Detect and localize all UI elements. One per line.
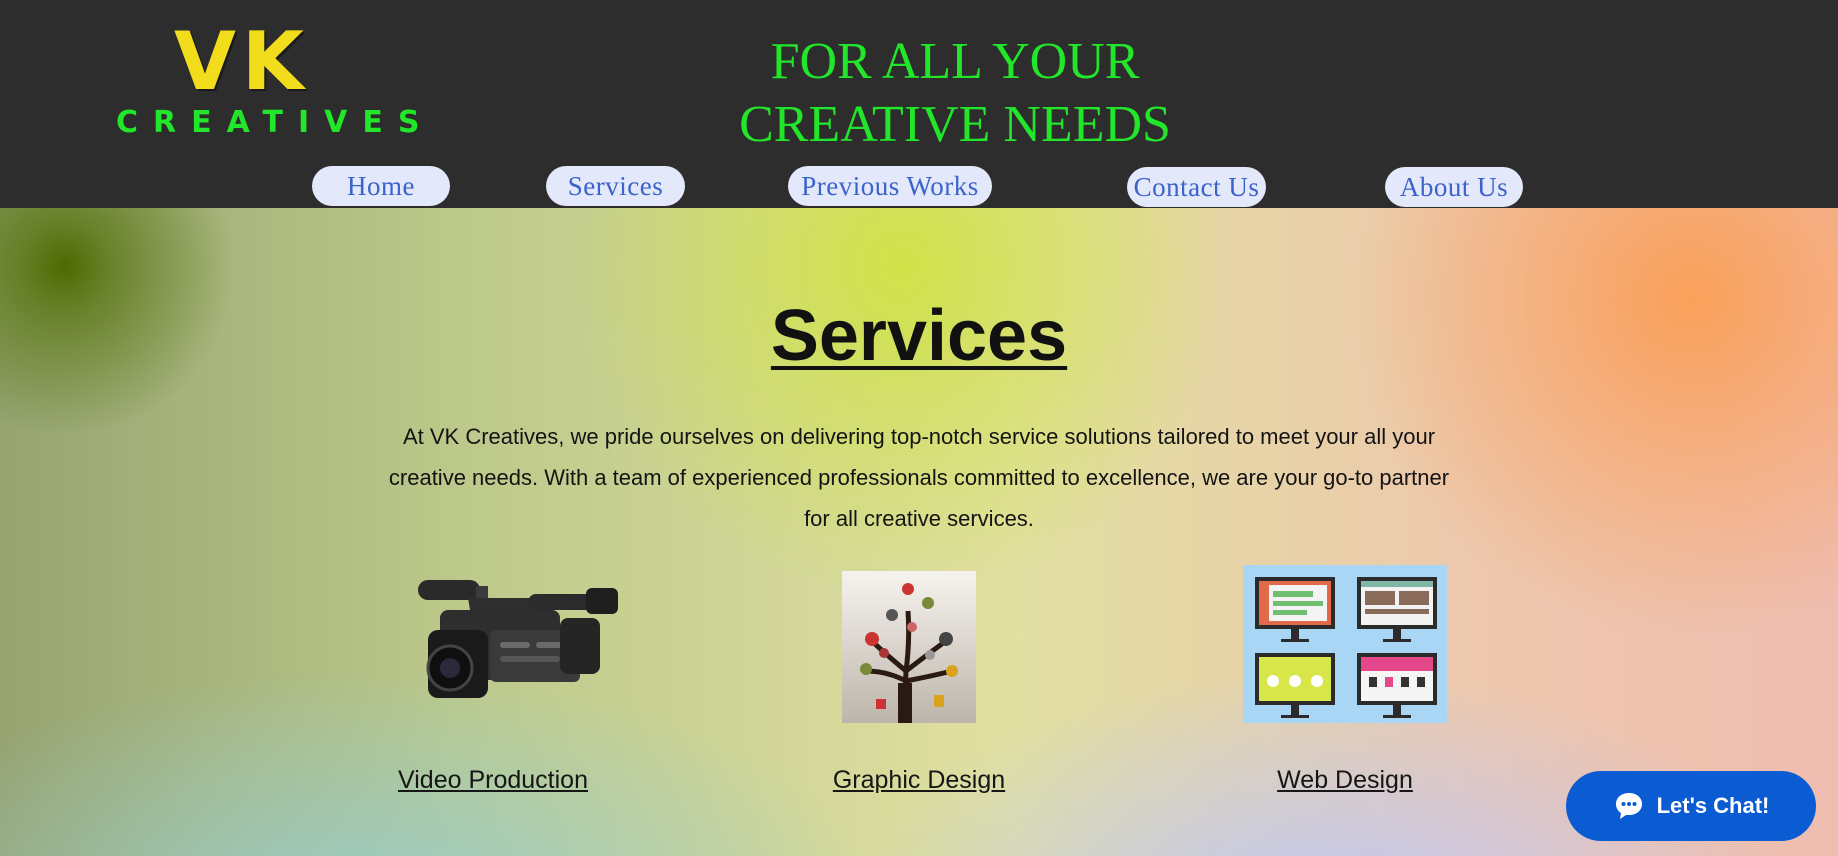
tagline-line-2: CREATIVE NEEDS [739,96,1171,153]
intro-paragraph: At VK Creatives, we pride ourselves on d… [388,424,1450,531]
nav-contact-us[interactable]: Contact Us [1127,167,1266,207]
logo-vk[interactable]: VK [174,22,310,102]
tagline-line-1: FOR ALL YOUR [770,33,1140,90]
tagline: FOR ALL YOUR CREATIVE NEEDS [655,30,1255,156]
lets-chat-button[interactable]: Let's Chat! [1566,771,1816,841]
video-camera-icon [418,580,618,698]
nav-about-us[interactable]: About Us [1385,167,1523,207]
service-video-production[interactable]: Video Production [398,766,588,795]
service-web-design[interactable]: Web Design [1277,766,1413,795]
web-monitors-icon [1243,565,1447,723]
icon-tree-icon [842,571,976,723]
chat-bubble-icon [1615,793,1642,819]
service-graphic-design[interactable]: Graphic Design [833,766,1005,795]
nav-services[interactable]: Services [546,166,685,206]
nav-previous-works[interactable]: Previous Works [788,166,992,206]
page-title: Services [770,296,1068,376]
logo-subtitle[interactable]: CREATIVES [116,108,434,138]
nav-home[interactable]: Home [312,166,450,206]
chat-label: Let's Chat! [1656,793,1770,818]
site-header: VK CREATIVES FOR ALL YOUR CREATIVE NEEDS… [0,0,1838,208]
